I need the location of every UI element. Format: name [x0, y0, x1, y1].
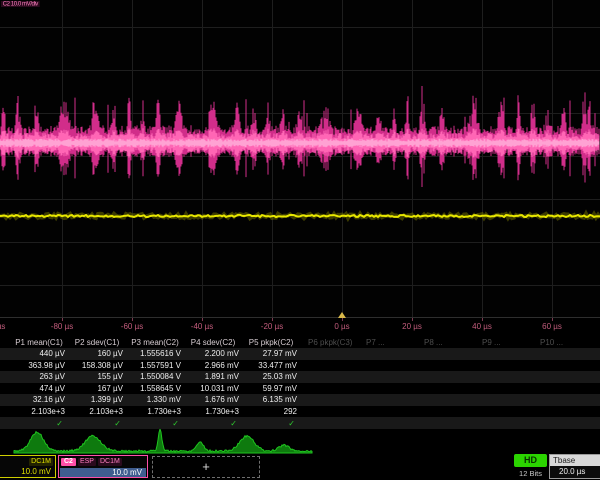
time-axis-label: 60 µs	[522, 322, 582, 331]
measure-header-p6[interactable]: P6 pkpk(C3)	[300, 338, 358, 347]
measurement-table: P1 mean(C1) P2 sdev(C1) P3 mean(C2) P4 s…	[0, 336, 600, 429]
c2-badge: C2	[61, 458, 76, 466]
time-axis-label: -40 µs	[172, 322, 232, 331]
measure-num: 1.730e+3	[126, 407, 184, 416]
trace-annotation: C2 10.0 mV/div	[1, 1, 40, 7]
measure-header-p8[interactable]: P8 ...	[416, 338, 474, 347]
measure-sdev: 32.16 µV	[10, 395, 68, 404]
status-check-icon: ✓	[184, 419, 242, 428]
measure-mean: 363.98 µV	[10, 361, 68, 370]
time-axis-label: -80 µs	[32, 322, 92, 331]
measurement-row-status: ✓ ✓ ✓ ✓ ✓	[0, 417, 600, 429]
measure-min: 155 µV	[68, 372, 126, 381]
measure-max: 474 µV	[10, 384, 68, 393]
measure-mean: 1.557591 V	[126, 361, 184, 370]
c2-coupling-tag: DC1M	[98, 458, 122, 466]
measure-sdev: 1.399 µV	[68, 395, 126, 404]
time-axis-label: 0 µs	[312, 322, 372, 331]
measure-sdev: 1.330 mV	[126, 395, 184, 404]
time-axis-label: 20 µs	[382, 322, 442, 331]
measurement-row-min: 263 µV 155 µV 1.550084 V 1.891 mV 25.03 …	[0, 371, 600, 383]
measurement-row-num: 2.103e+3 2.103e+3 1.730e+3 1.730e+3 292	[0, 406, 600, 418]
measure-max: 10.031 mV	[184, 384, 242, 393]
status-check-icon: ✓	[242, 419, 300, 428]
channel-c1-descriptor[interactable]: C1 DC1M 10.0 mV	[0, 455, 56, 478]
measure-max: 59.97 mV	[242, 384, 300, 393]
resolution-bits-label: 12 Bits	[510, 469, 551, 478]
measure-num: 2.103e+3	[68, 407, 126, 416]
measure-min: 1.891 mV	[184, 372, 242, 381]
measure-min: 263 µV	[10, 372, 68, 381]
measure-header-p9[interactable]: P9 ...	[474, 338, 532, 347]
measure-max: 167 µV	[68, 384, 126, 393]
status-check-icon: ✓	[68, 419, 126, 428]
add-trace-button[interactable]: +	[152, 456, 260, 478]
measure-min: 25.03 mV	[242, 372, 300, 381]
measure-mean: 2.966 mV	[184, 361, 242, 370]
measure-value: 160 µV	[68, 349, 126, 358]
measure-header-p2[interactable]: P2 sdev(C1)	[68, 338, 126, 347]
measurement-row-value: 440 µV 160 µV 1.555616 V 2.200 mV 27.97 …	[0, 348, 600, 360]
time-axis-label: -60 µs	[102, 322, 162, 331]
measure-num: 1.730e+3	[184, 407, 242, 416]
time-axis-label: -20 µs	[242, 322, 302, 331]
measurement-row-sdev: 32.16 µV 1.399 µV 1.330 mV 1.676 mV 6.13…	[0, 394, 600, 406]
time-axis-label: -100 µs	[0, 322, 22, 331]
measurement-row-max: 474 µV 167 µV 1.558645 V 10.031 mV 59.97…	[0, 383, 600, 395]
time-axis: -100 µs -80 µs -60 µs -40 µs -20 µs 0 µs…	[0, 318, 600, 335]
measure-value: 27.97 mV	[242, 349, 300, 358]
c1-scale-value: 10.0 mV	[0, 467, 55, 477]
measure-value: 2.200 mV	[184, 349, 242, 358]
channel-c2-descriptor[interactable]: C2 ESP DC1M 10.0 mV	[58, 455, 148, 478]
measurement-row-mean: 363.98 µV 158.308 µV 1.557591 V 2.966 mV…	[0, 360, 600, 372]
measure-mean: 33.477 mV	[242, 361, 300, 370]
measure-num: 2.103e+3	[10, 407, 68, 416]
status-check-icon: ✓	[10, 419, 68, 428]
measure-header-p5[interactable]: P5 pkpk(C2)	[242, 338, 300, 347]
measure-header-p1[interactable]: P1 mean(C1)	[10, 338, 68, 347]
measure-min: 1.550084 V	[126, 372, 184, 381]
plus-icon: +	[202, 459, 210, 474]
measure-mean: 158.308 µV	[68, 361, 126, 370]
c2-scale-value: 10.0 mV	[60, 468, 146, 477]
timebase-descriptor[interactable]: Tbase 20.0 µs	[549, 454, 600, 479]
timebase-title: Tbase	[550, 455, 600, 466]
status-check-icon: ✓	[126, 419, 184, 428]
timebase-value: 20.0 µs	[550, 466, 600, 478]
measure-value: 440 µV	[10, 349, 68, 358]
measurement-header-row: P1 mean(C1) P2 sdev(C1) P3 mean(C2) P4 s…	[0, 336, 600, 348]
time-axis-label: 40 µs	[452, 322, 512, 331]
c1-coupling-tag: DC1M	[29, 458, 53, 466]
c2-esp-tag: ESP	[78, 458, 96, 466]
oscilloscope-screen: C2 10.0 mV/div -100 µs -80 µs -60 µs -40…	[0, 0, 600, 480]
hd-mode-badge[interactable]: HD	[514, 454, 547, 467]
measure-sdev: 6.135 mV	[242, 395, 300, 404]
measure-header-p10[interactable]: P10 ...	[532, 338, 590, 347]
measure-max: 1.558645 V	[126, 384, 184, 393]
measure-num: 292	[242, 407, 300, 416]
measure-header-p3[interactable]: P3 mean(C2)	[126, 338, 184, 347]
measure-header-p4[interactable]: P4 sdev(C2)	[184, 338, 242, 347]
measure-header-p7[interactable]: P7 ...	[358, 338, 416, 347]
measure-value: 1.555616 V	[126, 349, 184, 358]
measure-sdev: 1.676 mV	[184, 395, 242, 404]
